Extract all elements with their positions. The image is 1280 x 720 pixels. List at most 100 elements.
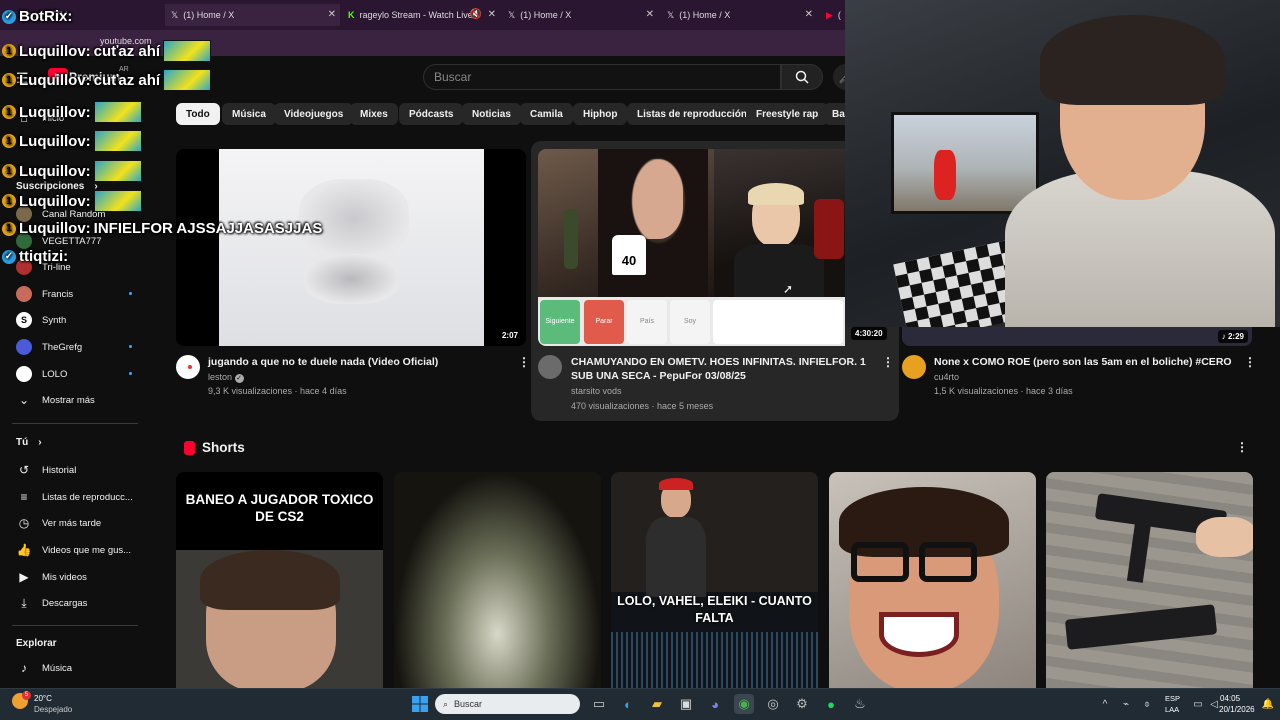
sidebar-sub-item[interactable]: LOLO (16, 366, 67, 382)
video-thumbnail[interactable]: ♪ 2:29 (902, 326, 1252, 346)
music-icon: ♪ (21, 661, 27, 675)
more-options-icon[interactable]: ⋮ (518, 355, 530, 369)
channel-avatar[interactable] (902, 355, 926, 379)
sidebar-item-my-videos[interactable]: ▶ Mis videos (16, 569, 87, 585)
chip-mixes[interactable]: Mixes (350, 103, 398, 125)
search-button[interactable] (781, 64, 823, 90)
sidebar-item-liked[interactable]: 👍 Videos que me gus... (16, 542, 132, 558)
route-sign-icon: 40 (612, 235, 646, 275)
country-button[interactable]: País (627, 300, 667, 344)
video-thumbnail[interactable]: 2:07 (176, 149, 526, 346)
omegle-controls: Siguiente Parar País Soy (538, 297, 845, 346)
chip-hiphop[interactable]: Hiphop (573, 103, 628, 125)
sub-badge-icon: 1 (2, 221, 16, 236)
browser-tab[interactable]: 𝕏 (1) Home / X ✕ (165, 4, 340, 26)
search-icon (795, 70, 809, 84)
chip-musica[interactable]: Música (222, 103, 276, 125)
close-tab-icon[interactable]: ✕ (488, 9, 496, 20)
video-duration: 4:30:20 (851, 327, 887, 340)
network-icon[interactable]: ⌁ (1116, 694, 1136, 714)
avatar (16, 339, 32, 355)
spotify-icon[interactable]: ● (821, 694, 841, 714)
chevron-right-icon: › (38, 437, 42, 448)
sidebar-item-historial[interactable]: ↺ Historial (16, 462, 76, 478)
chip-camila[interactable]: Camila (520, 103, 573, 125)
short-card[interactable] (1046, 472, 1253, 688)
short-card[interactable]: BANEO A JUGADOR TOXICO DE CS2 (176, 472, 383, 688)
browser-tab[interactable]: Krageylo Stream - Watch Live 🔇 ✕ (342, 4, 500, 26)
chip-more[interactable]: Ba (824, 103, 846, 125)
more-options-icon[interactable]: ⋮ (882, 355, 894, 369)
glasses-icon (851, 542, 909, 582)
taskbar-search[interactable]: ⌕ Buscar (435, 694, 580, 714)
chrome-icon[interactable]: ◉ (734, 694, 754, 714)
new-content-dot (129, 292, 132, 295)
video-title[interactable]: jugando a que no te duele nada (Video Of… (208, 355, 508, 369)
mute-icon[interactable]: 🔇 (470, 9, 482, 20)
chip-podcasts[interactable]: Pódcasts (399, 103, 464, 125)
more-options-icon[interactable]: ⋮ (1236, 440, 1248, 454)
windows-start-icon[interactable] (410, 694, 430, 714)
search-icon: ⌕ (443, 698, 449, 709)
more-options-icon[interactable]: ⋮ (1244, 355, 1256, 369)
channel-avatar[interactable] (538, 355, 562, 379)
edge-icon[interactable]: ◐ (618, 694, 638, 714)
channel-name[interactable]: leston ✓ (208, 370, 244, 384)
sub-badge-icon: 1 (2, 73, 16, 87)
sidebar-item-music[interactable]: ♪ Música (16, 660, 72, 676)
obs-icon[interactable]: ◎ (763, 694, 783, 714)
next-button[interactable]: Siguiente (540, 300, 580, 344)
sidebar-sub-item[interactable]: S Synth (16, 312, 66, 328)
sidebar-sub-item[interactable]: TheGrefg (16, 339, 82, 355)
chip-noticias[interactable]: Noticias (462, 103, 521, 125)
microphone-icon[interactable]: ⌽ (1137, 694, 1157, 714)
short-card[interactable]: LOLO, VAHEL, ELEIKI - CUANTO FALTA (611, 472, 818, 688)
sidebar-item-downloads[interactable]: ⤓ Descargas (16, 595, 87, 611)
avatar (16, 366, 32, 382)
channel-avatar[interactable] (176, 355, 200, 379)
audio-waveform (611, 632, 818, 688)
close-tab-icon[interactable]: ✕ (805, 9, 813, 20)
show-more-button[interactable]: ⌄ Mostrar más (16, 392, 95, 408)
sidebar-item-watch-later[interactable]: ◷ Ver más tarde (16, 515, 101, 531)
task-view-icon[interactable]: ▭ (589, 694, 609, 714)
emote-icon (93, 101, 142, 123)
close-tab-icon[interactable]: ✕ (646, 9, 654, 20)
browser-tab[interactable]: 𝕏 (1) Home / X ✕ (502, 4, 658, 26)
video-thumbnail[interactable]: 40 Siguiente Parar País Soy ➚ (538, 149, 845, 346)
notification-bell-icon[interactable]: 🔔 (1258, 694, 1278, 714)
language-code[interactable]: ESP (1165, 694, 1180, 703)
chip-freestyle-rap[interactable]: Freestyle rap (746, 103, 829, 125)
thumbs-up-icon: 👍 (16, 543, 32, 557)
chip-listas[interactable]: Listas de reproducción (627, 103, 758, 125)
search-input[interactable]: Buscar (423, 64, 781, 90)
sidebar-sub-item[interactable]: Francis (16, 286, 73, 302)
chip-videojuegos[interactable]: Videojuegos (274, 103, 354, 125)
video-title[interactable]: None x COMO ROE (pero son las 5am en el … (934, 355, 1234, 369)
discord-icon[interactable]: ◕ (705, 694, 725, 714)
clock-time[interactable]: 04:05 (1220, 694, 1240, 703)
browser-tab[interactable]: 𝕏 (1) Home / X ✕ (661, 4, 817, 26)
store-icon[interactable]: ▣ (676, 694, 696, 714)
short-card[interactable] (394, 472, 601, 688)
chevron-up-icon[interactable]: ^ (1095, 694, 1115, 714)
chip-todo[interactable]: Todo (176, 103, 220, 125)
channel-name[interactable]: cu4rto (934, 370, 959, 384)
settings-icon[interactable]: ⚙ (792, 694, 812, 714)
history-icon: ↺ (18, 463, 30, 477)
steam-icon[interactable]: ♨ (850, 694, 870, 714)
video-title[interactable]: CHAMUYANDO EN OMETV. HOES INFINITAS. INF… (571, 355, 881, 383)
emote-icon (93, 160, 142, 182)
file-explorer-icon[interactable]: ▰ (647, 694, 667, 714)
channel-name[interactable]: starsito vods (571, 384, 622, 398)
short-card[interactable] (829, 472, 1036, 688)
gender-button[interactable]: Soy (670, 300, 710, 344)
weather-temp[interactable]: 20°C (34, 694, 52, 703)
stop-button[interactable]: Parar (584, 300, 624, 344)
x-icon: 𝕏 (508, 9, 516, 20)
mouse-cursor-icon: ➚ (783, 282, 794, 296)
you-heading[interactable]: Tú › (16, 437, 42, 448)
chat-message: 1 Luquillov: (2, 101, 142, 123)
sidebar-item-playlists[interactable]: ≡ Listas de reproducc... (16, 489, 132, 505)
close-tab-icon[interactable]: ✕ (328, 9, 336, 20)
